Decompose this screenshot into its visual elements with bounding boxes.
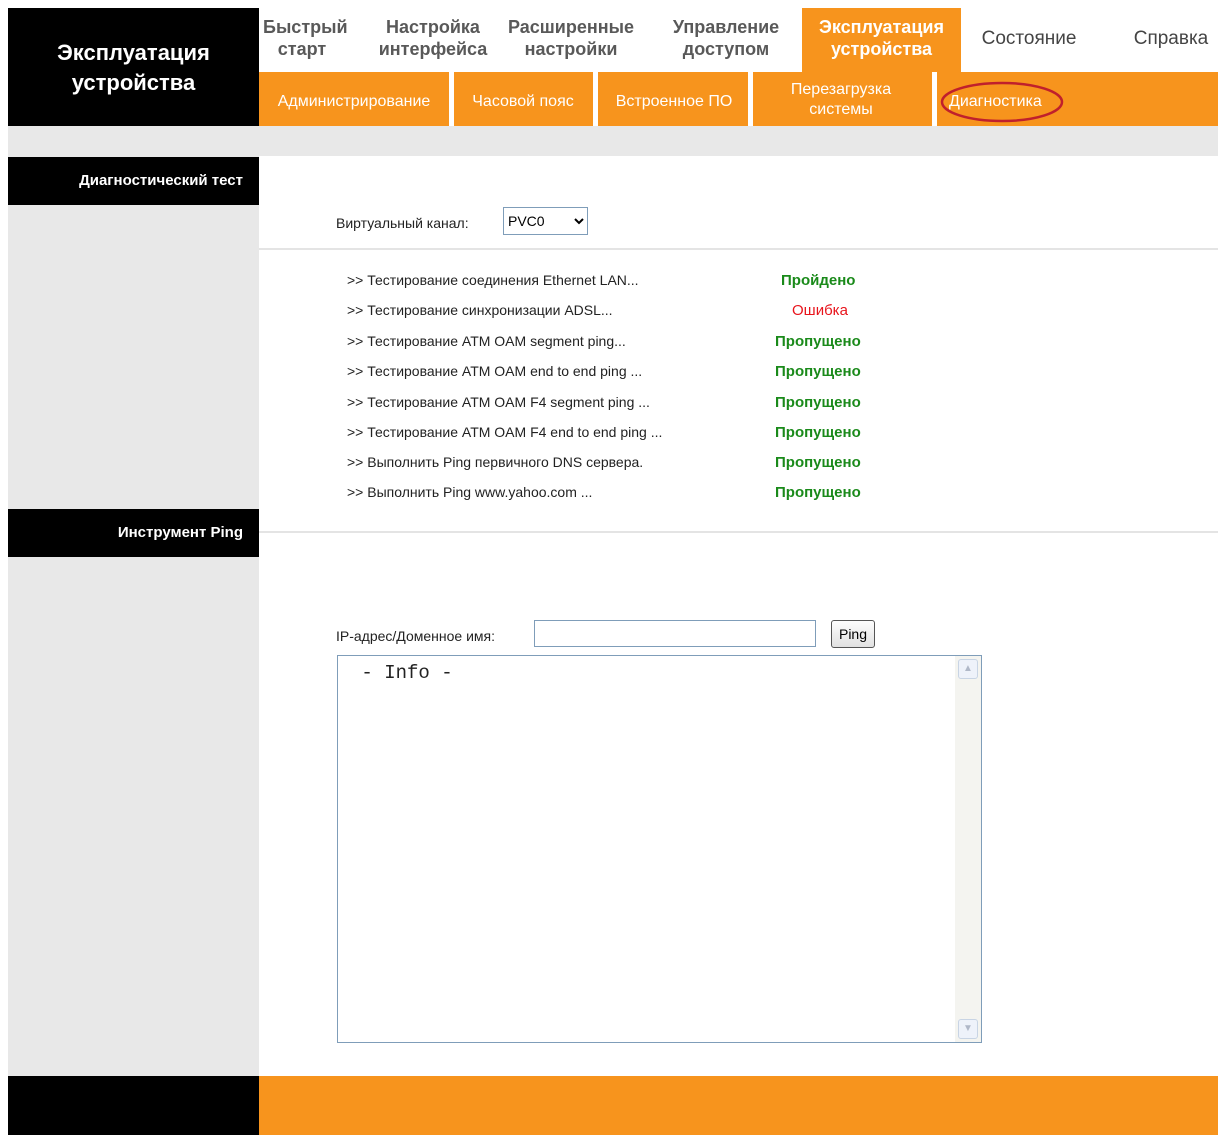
subnav-system-reboot[interactable]: Перезагрузка системы: [759, 80, 923, 120]
nav-quick-start-line1: Быстрый: [263, 17, 348, 37]
footer-left: [8, 1076, 259, 1135]
test-label: >> Тестирование ATM OAM end to end ping …: [347, 363, 643, 379]
test-result-skip: Пропущено: [775, 424, 861, 441]
scroll-down-icon[interactable]: ▼: [958, 1019, 978, 1039]
section-ping-tool: Инструмент Ping: [8, 509, 259, 557]
test-result-skip: Пропущено: [775, 394, 861, 411]
test-label: >> Тестирование ATM OAM segment ping...: [347, 333, 626, 349]
nav-access-management-line1: Управление: [672, 17, 780, 37]
brand-line-1: Эксплуатация: [57, 40, 210, 65]
active-highlight-ellipse: [940, 81, 1064, 123]
test-result-pass: Пройдено: [781, 272, 856, 289]
brand-logo: Эксплуатация устройства: [8, 8, 259, 126]
left-column: [8, 126, 259, 1076]
virtual-channel-select[interactable]: PVC0: [503, 207, 588, 235]
nav-advanced-setup[interactable]: Расширенные настройки: [495, 16, 647, 60]
nav-status[interactable]: Состояние: [973, 28, 1085, 50]
subnav-separator: [932, 72, 937, 126]
subnav-firmware[interactable]: Встроенное ПО: [602, 92, 746, 112]
nav-maintenance-line1: Эксплуатация: [819, 17, 944, 37]
nav-quick-start[interactable]: Быстрый старт: [263, 16, 348, 60]
test-result-skip: Пропущено: [775, 363, 861, 380]
test-label: >> Тестирование синхронизации ADSL...: [347, 302, 613, 318]
test-label: >> Тестирование ATM OAM F4 segment ping …: [347, 394, 650, 410]
ping-output-textarea[interactable]: - Info -: [338, 656, 955, 1042]
test-result-skip: Пропущено: [775, 333, 861, 350]
nav-help[interactable]: Справка: [1125, 28, 1217, 50]
nav-interface-setup-line2: интерфейса: [378, 39, 488, 59]
subnav-separator: [593, 72, 598, 126]
ip-domain-label: IP-адрес/Доменное имя:: [336, 628, 495, 644]
ping-info-box: - Info - ▲ ▼: [337, 655, 982, 1043]
nav-interface-setup-line1: Настройка: [386, 17, 480, 37]
ping-button[interactable]: Ping: [831, 620, 875, 648]
test-label: >> Тестирование ATM OAM F4 end to end pi…: [347, 424, 663, 440]
nav-interface-setup[interactable]: Настройка интерфейса: [365, 16, 501, 60]
divider: [259, 531, 1218, 533]
subnav-administration[interactable]: Администрирование: [261, 92, 447, 112]
subnav-time-zone[interactable]: Часовой пояс: [457, 92, 589, 112]
subnav-system-reboot-line1: Перезагрузка: [790, 81, 892, 98]
subnav-separator: [748, 72, 753, 126]
nav-maintenance[interactable]: Эксплуатация устройства: [802, 8, 961, 60]
ip-domain-input[interactable]: [534, 620, 816, 647]
nav-maintenance-line2: устройства: [830, 39, 933, 59]
test-label: >> Выполнить Ping www.yahoo.com ...: [347, 484, 593, 500]
nav-access-management[interactable]: Управление доступом: [657, 16, 795, 60]
test-label: >> Выполнить Ping первичного DNS сервера…: [347, 454, 644, 470]
nav-advanced-setup-line1: Расширенные: [508, 17, 634, 37]
test-result-fail: Ошибка: [792, 302, 848, 319]
divider: [259, 248, 1218, 250]
top-nav: Быстрый старт Настройка интерфейса Расши…: [259, 8, 1218, 72]
section-diagnostic-test: Диагностический тест: [8, 157, 259, 205]
nav-maintenance-active[interactable]: Эксплуатация устройства: [802, 8, 961, 72]
nav-advanced-setup-line2: настройки: [524, 39, 618, 59]
virtual-channel-label: Виртуальный канал:: [336, 215, 469, 231]
test-result-skip: Пропущено: [775, 454, 861, 471]
footer-right: [259, 1076, 1218, 1135]
nav-access-management-line2: доступом: [682, 39, 770, 59]
scroll-up-icon[interactable]: ▲: [958, 659, 978, 679]
brand-line-2: устройства: [71, 70, 196, 95]
test-label: >> Тестирование соединения Ethernet LAN.…: [347, 272, 639, 288]
subnav-separator: [449, 72, 454, 126]
sub-nav: Администрирование Часовой пояс Встроенно…: [259, 72, 1218, 126]
nav-quick-start-line2: старт: [277, 39, 327, 59]
scrollbar[interactable]: ▲ ▼: [955, 656, 981, 1042]
subnav-system-reboot-line2: системы: [809, 101, 873, 118]
test-result-skip: Пропущено: [775, 484, 861, 501]
